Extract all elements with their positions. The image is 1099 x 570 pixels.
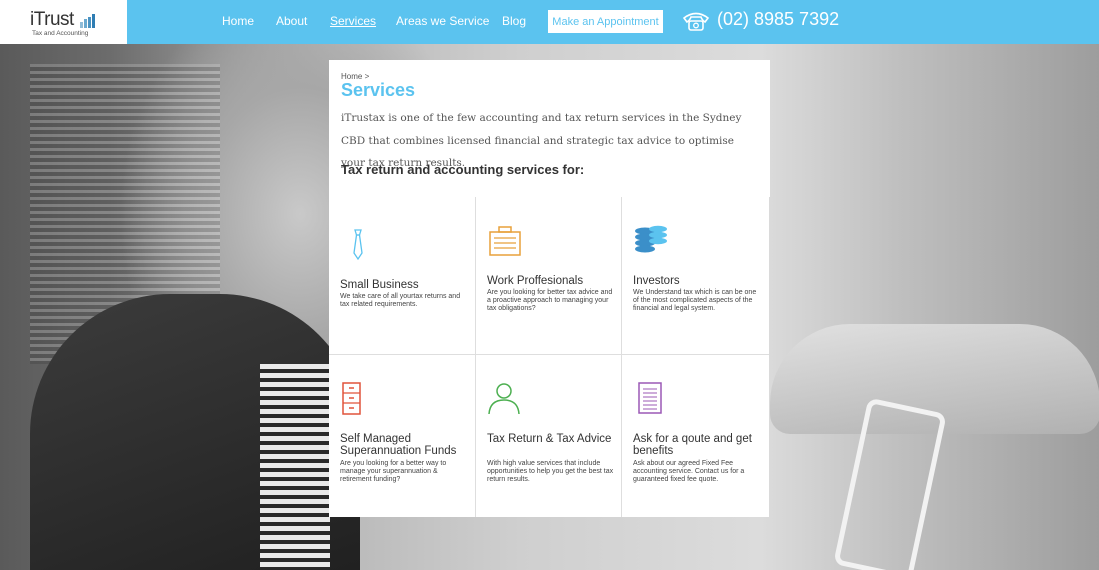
service-title: Investors — [633, 275, 680, 287]
service-description: We Understand tax which is can be one of… — [633, 289, 757, 313]
service-title: Self Managed Superannuation Funds — [340, 433, 457, 457]
coins-icon — [635, 225, 667, 253]
service-description: We take care of all yourtax returns and … — [340, 293, 461, 309]
logo-tagline: Tax and Accounting — [32, 30, 89, 37]
service-title: Ask for a qoute and get benefits — [633, 433, 752, 457]
service-description: Are you looking for a better way to mana… — [340, 460, 447, 484]
nav-blog[interactable]: Blog — [502, 14, 526, 28]
services-grid: Small Business We take care of all yourt… — [329, 197, 769, 517]
service-description: With high value services that include op… — [487, 460, 614, 484]
service-card-tax-return[interactable]: Tax Return & Tax Advice With high value … — [476, 355, 622, 517]
nav-home[interactable]: Home — [222, 14, 254, 28]
phone-icon — [682, 12, 710, 31]
service-card-work-professionals[interactable]: Work Proffesionals Are you looking for b… — [476, 197, 622, 355]
logo-name: iTrust — [30, 9, 74, 30]
nav-services[interactable]: Services — [330, 14, 376, 28]
briefcase-icon — [489, 226, 521, 256]
user-icon — [488, 383, 520, 415]
page-title: Services — [341, 80, 416, 100]
nav-areas-we-service[interactable]: Areas we Service — [396, 14, 489, 28]
services-intro-panel: Home > Services iTrustax is one of the f… — [329, 60, 770, 197]
service-description: Are you looking for better tax advice an… — [487, 289, 613, 313]
tie-icon — [353, 229, 363, 261]
document-icon — [638, 382, 662, 414]
service-description: Ask about our agreed Fixed Fee accountin… — [633, 460, 745, 484]
background-shirt — [260, 364, 330, 570]
make-appointment-button[interactable]: Make an Appointment — [548, 10, 663, 33]
site-header: iTrust Tax and Accounting Home About Ser… — [0, 0, 1099, 44]
service-card-quote[interactable]: Ask for a qoute and get benefits Ask abo… — [622, 355, 769, 517]
filing-cabinet-icon — [342, 382, 361, 415]
services-subheading: Tax return and accounting services for: — [341, 162, 585, 177]
bar-chart-icon — [80, 14, 95, 28]
service-card-small-business[interactable]: Small Business We take care of all yourt… — [329, 197, 476, 355]
phone-number[interactable]: (02) 8985 7392 — [717, 9, 839, 30]
service-title: Small Business — [340, 279, 419, 291]
logo[interactable]: iTrust Tax and Accounting — [0, 0, 127, 44]
service-title: Tax Return & Tax Advice — [487, 433, 612, 445]
service-title: Work Proffesionals — [487, 275, 584, 287]
service-card-smsf[interactable]: Self Managed Superannuation Funds Are yo… — [329, 355, 476, 517]
service-card-investors[interactable]: Investors We Understand tax which is can… — [622, 197, 769, 355]
nav-about[interactable]: About — [276, 14, 307, 28]
